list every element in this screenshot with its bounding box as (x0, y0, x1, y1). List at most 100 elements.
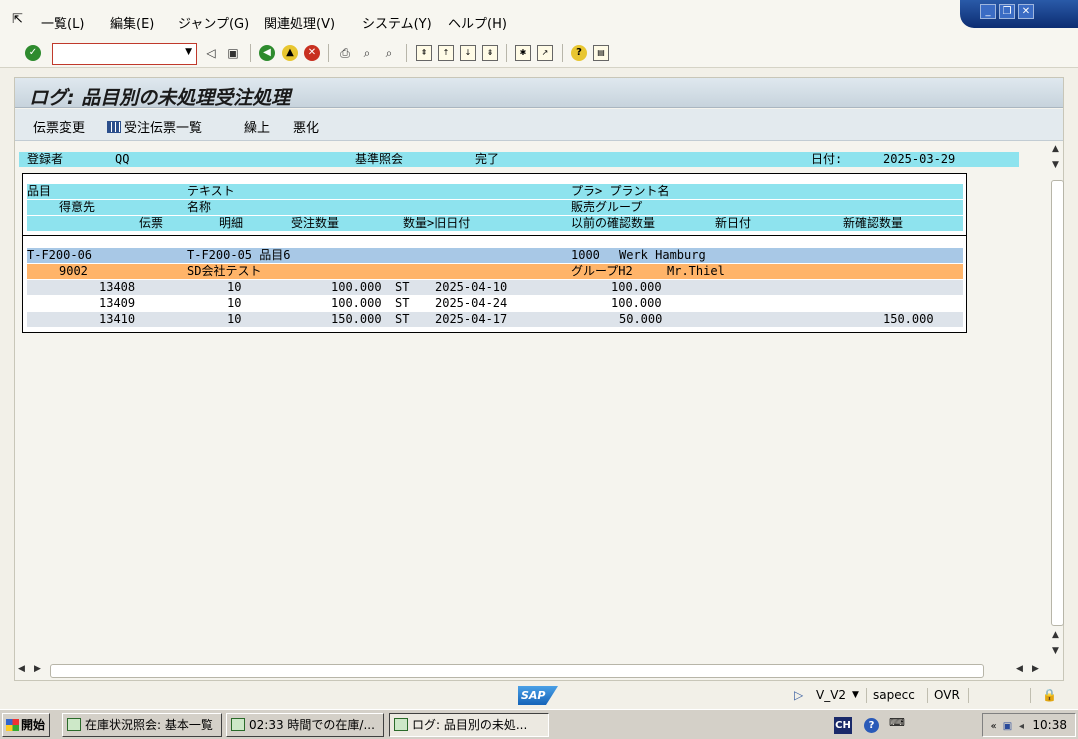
scroll-left-icon[interactable]: ◀ (18, 664, 25, 674)
scroll-up-bottom-icon[interactable]: ▲ (1052, 630, 1059, 640)
col-customer: 得意先 (59, 200, 96, 214)
col-qty-old-date: 数量>旧日付 (403, 216, 471, 230)
advance-button[interactable]: 繰上 (244, 117, 270, 136)
sap-logo: SAP (518, 686, 558, 705)
customer-row[interactable]: 9002 SD会社テスト グループH2 Mr.Thiel (27, 264, 963, 279)
next-page-icon[interactable]: ↓ (460, 45, 476, 61)
menu-exit-icon[interactable]: ⇱ (12, 12, 23, 27)
chevron-down-icon[interactable]: ▼ (185, 47, 192, 57)
help-tray-icon[interactable]: ? (864, 718, 879, 733)
old-date: 2025-04-10 (435, 280, 508, 294)
menu-help[interactable]: ヘルプ(H) (448, 13, 507, 32)
material-number: T-F200-06 (27, 248, 93, 262)
menu-system[interactable]: システム(Y) (362, 13, 432, 32)
material-text: T-F200-05 品目6 (187, 248, 291, 262)
find-next-icon[interactable]: ⌕ (381, 45, 397, 61)
order-list-button[interactable]: 受注伝票一覧 (107, 117, 202, 136)
start-button[interactable]: 開始 (2, 713, 50, 737)
language-indicator[interactable]: CH (834, 717, 852, 734)
close-icon[interactable]: ✕ (1018, 4, 1034, 19)
worsen-button[interactable]: 悪化 (293, 117, 319, 136)
menu-list[interactable]: 一覧(L) (41, 13, 84, 32)
material-row[interactable]: T-F200-06 T-F200-05 品目6 1000 Werk Hambur… (27, 248, 963, 263)
col-sales-group: 販売グループ (571, 200, 643, 214)
last-page-icon[interactable]: ⇟ (482, 45, 498, 61)
vertical-scrollbar[interactable]: ▲ ▼ ▲ ▼ (1049, 142, 1065, 662)
table-row[interactable]: 13408 10 100.000 ST 2025-04-10 100.000 (27, 280, 963, 295)
item-number: 10 (227, 280, 242, 294)
collapse-left-icon[interactable]: ◁ (203, 45, 219, 61)
new-session-icon[interactable]: ✱ (515, 45, 531, 61)
unit: ST (395, 312, 410, 326)
back-icon[interactable]: ◀ (259, 45, 275, 61)
main-panel: ログ: 品目別の未処理受注処理 伝票変更 受注伝票一覧 繰上 悪化 登録者 QQ… (14, 77, 1064, 681)
system-dropdown-icon[interactable]: ▼ (852, 690, 859, 700)
save-icon[interactable]: ▣ (225, 45, 241, 61)
enter-check-icon[interactable]: ✓ (25, 45, 41, 61)
minimize-icon[interactable]: _ (980, 4, 996, 19)
menu-edit[interactable]: 編集(E) (110, 13, 154, 32)
horizontal-scroll-thumb[interactable] (50, 664, 984, 678)
horizontal-scrollbar[interactable]: ◀ ▶ ◀ ▶ (14, 662, 1048, 680)
system-tray: « ▣ ◂ 10:38 (982, 713, 1076, 737)
taskbar-item-stock-overview[interactable]: 在庫状況照会: 基本一覧 (62, 713, 222, 737)
item-number: 10 (227, 312, 242, 326)
sales-group: グループH2 (571, 264, 633, 278)
scroll-right-icon[interactable]: ▶ (1032, 664, 1039, 674)
scroll-down-small-icon[interactable]: ▼ (1052, 160, 1059, 170)
cancel-icon[interactable]: ✕ (304, 45, 320, 61)
scroll-right-small-icon[interactable]: ▶ (34, 664, 41, 674)
old-date: 2025-04-24 (435, 296, 508, 310)
old-date: 2025-04-17 (435, 312, 508, 326)
start-label: 開始 (21, 718, 46, 732)
ime-options-icon[interactable]: ⌨ (889, 716, 905, 729)
window-controls: _ ❐ ✕ (960, 0, 1078, 28)
plant-name: Werk Hamburg (619, 248, 706, 262)
vertical-scroll-thumb[interactable] (1051, 180, 1064, 626)
status-bar: SAP ▷ V_V2 ▼ sapecc OVR 🔒 (0, 683, 1078, 709)
prev-confirmed-qty: 100.000 (611, 280, 662, 294)
col-prev-confirmed: 以前の確認数量 (571, 216, 656, 230)
standard-toolbar: ✓ ▼ ◁ ▣ ◀ ▲ ✕ ⎙ ⌕ ⌕ ⇞ ↑ ↓ ⇟ ✱ ↗ ? ▤ (0, 38, 1078, 68)
scroll-left-end-icon[interactable]: ◀ (1016, 664, 1023, 674)
layout-menu-icon[interactable]: ▤ (593, 45, 609, 61)
first-page-icon[interactable]: ⇞ (416, 45, 432, 61)
print-icon[interactable]: ⎙ (337, 45, 353, 61)
sap-window-icon (231, 718, 245, 731)
mode-label: 基準照会 (355, 152, 404, 166)
col-name: 名称 (187, 200, 212, 214)
col-order-qty: 受注数量 (291, 216, 340, 230)
title-bar: ログ: 品目別の未処理受注処理 (15, 78, 1063, 109)
taskbar-item-stock-time[interactable]: 02:33 時間での在庫/... (226, 713, 384, 737)
result-list: 品目 テキスト プラ> プラント名 得意先 名称 販売グループ 伝票 明細 受注… (22, 173, 967, 333)
find-icon[interactable]: ⌕ (359, 45, 375, 61)
report-header-line: 登録者 QQ 基準照会 完了 日付: 2025-03-29 (19, 152, 1019, 167)
unit: ST (395, 280, 410, 294)
exit-icon[interactable]: ▲ (282, 45, 298, 61)
network-icon[interactable]: ▣ (1001, 720, 1014, 733)
menu-goto[interactable]: ジャンプ(G) (178, 13, 249, 32)
scroll-down-icon[interactable]: ▼ (1052, 646, 1059, 656)
taskbar-item-log[interactable]: ログ: 品目別の未処... (389, 713, 549, 737)
volume-icon[interactable]: ◂ (1015, 720, 1028, 733)
scroll-up-icon[interactable]: ▲ (1052, 144, 1059, 154)
taskbar: 開始 在庫状況照会: 基本一覧 02:33 時間での在庫/... ログ: 品目別… (0, 709, 1078, 739)
restore-icon[interactable]: ❐ (999, 4, 1015, 19)
lock-icon[interactable]: 🔒 (1042, 688, 1057, 702)
status-toggle-icon[interactable]: ▷ (794, 688, 803, 702)
document-number: 13410 (99, 312, 136, 326)
expand-tray-icon[interactable]: « (987, 720, 1000, 733)
shortcut-icon[interactable]: ↗ (537, 45, 553, 61)
menu-related[interactable]: 関連処理(V) (264, 13, 335, 32)
order-qty: 150.000 (331, 312, 382, 326)
help-icon[interactable]: ? (571, 45, 587, 61)
command-field[interactable]: ▼ (52, 43, 197, 65)
table-row[interactable]: 13410 10 150.000 ST 2025-04-17 50.000 15… (27, 312, 963, 327)
column-header-row-2: 得意先 名称 販売グループ (27, 200, 963, 215)
sap-window-icon (67, 718, 81, 731)
table-row[interactable]: 13409 10 100.000 ST 2025-04-24 100.000 (27, 296, 963, 311)
column-header-row-1: 品目 テキスト プラ> プラント名 (27, 184, 963, 199)
previous-page-icon[interactable]: ↑ (438, 45, 454, 61)
plant-code: 1000 (571, 248, 600, 262)
change-document-button[interactable]: 伝票変更 (33, 117, 85, 136)
